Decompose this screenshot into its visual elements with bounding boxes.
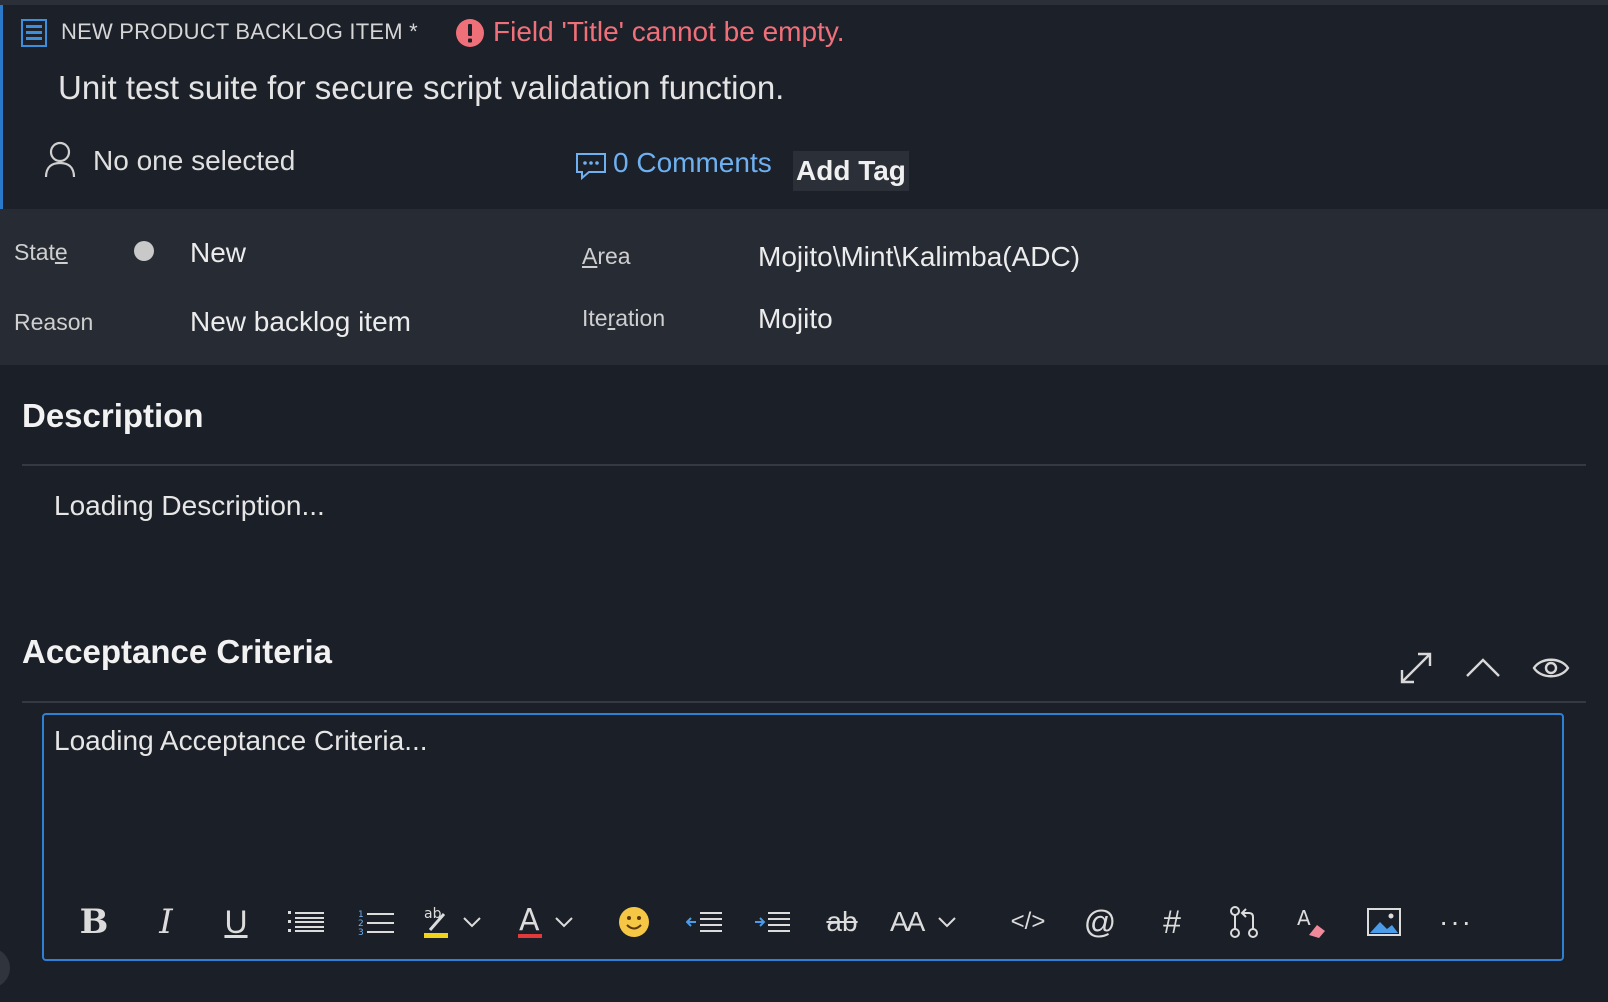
reason-dropdown[interactable]: New backlog item <box>190 306 411 338</box>
clear-formatting-icon: A <box>1297 906 1325 938</box>
acceptance-criteria-title: Acceptance Criteria <box>22 633 332 670</box>
image-icon <box>1367 908 1401 936</box>
expand-icon[interactable] <box>1396 648 1436 688</box>
emoji-button[interactable] <box>612 897 656 947</box>
comment-icon <box>576 153 606 181</box>
acceptance-criteria-editor[interactable]: Loading Acceptance Criteria... B I U 1 2… <box>42 713 1564 961</box>
mention-button[interactable]: @ <box>1078 897 1122 947</box>
decrease-indent-button[interactable] <box>682 897 726 947</box>
code-icon: </> <box>1010 908 1046 935</box>
highlight-icon: ab <box>424 906 481 938</box>
reason-label: Reason <box>14 309 94 335</box>
error-circle-icon <box>456 19 484 47</box>
acceptance-divider <box>22 701 1586 703</box>
bulleted-list-icon <box>288 911 324 932</box>
hashtag-icon: # <box>1163 903 1181 940</box>
underline-button[interactable]: U <box>214 897 258 947</box>
work-item-header: NEW PRODUCT BACKLOG ITEM * Field 'Title'… <box>0 5 1608 209</box>
numbered-list-button[interactable]: 1 2 3 <box>354 897 398 947</box>
description-title: Description <box>22 397 204 434</box>
pull-request-button[interactable] <box>1222 897 1266 947</box>
font-color-icon: A <box>518 903 573 938</box>
increase-indent-button[interactable] <box>750 897 794 947</box>
strikethrough-button[interactable]: ab <box>820 897 864 947</box>
strikethrough-icon: ab <box>826 906 858 937</box>
rich-text-toolbar: B I U 1 2 3 ab A ab AA </> @ # A ··· <box>72 897 1532 947</box>
text-size-icon: AA <box>890 906 925 937</box>
pull-request-icon <box>1230 906 1258 938</box>
comments-link[interactable]: 0 Comments <box>613 147 772 179</box>
decrease-indent-icon <box>686 912 722 932</box>
clear-formatting-button[interactable]: A <box>1290 897 1334 947</box>
backlog-item-icon <box>21 19 47 47</box>
more-icon: ··· <box>1439 906 1473 937</box>
bold-button[interactable]: B <box>72 897 116 947</box>
svg-text:A: A <box>1297 906 1311 930</box>
svg-text:A: A <box>519 903 540 938</box>
corner-avatar <box>0 948 10 988</box>
underline-icon: U <box>224 903 248 940</box>
iteration-path-field[interactable]: Mojito <box>758 303 833 335</box>
iteration-label: Iteration <box>582 305 666 331</box>
numbered-list-icon: 1 2 3 <box>358 910 394 936</box>
bold-icon: B <box>79 902 109 942</box>
description-divider <box>22 464 1586 466</box>
highlight-button[interactable]: ab <box>422 897 492 947</box>
mention-icon: @ <box>1083 903 1117 940</box>
fields-band: State New Reason New backlog item Area M… <box>0 209 1608 365</box>
title-error-message: Field 'Title' cannot be empty. <box>493 16 845 47</box>
chevron-up-icon[interactable] <box>1463 648 1503 688</box>
add-tag-button[interactable]: Add Tag <box>793 151 909 191</box>
work-item-type-label: NEW PRODUCT BACKLOG ITEM * <box>61 19 418 44</box>
area-label: Area <box>582 243 631 269</box>
chevron-down-icon <box>938 917 957 928</box>
emoji-icon <box>619 907 649 937</box>
code-button[interactable]: </> <box>1006 897 1050 947</box>
work-item-form: NEW PRODUCT BACKLOG ITEM * Field 'Title'… <box>0 0 1608 1002</box>
assigned-to-picker[interactable]: No one selected <box>93 145 295 177</box>
hashtag-button[interactable]: # <box>1150 897 1194 947</box>
italic-button[interactable]: I <box>144 897 188 947</box>
eye-icon[interactable] <box>1531 648 1571 688</box>
italic-icon: I <box>159 902 173 942</box>
bulleted-list-button[interactable] <box>284 897 328 947</box>
state-dropdown[interactable]: New <box>190 237 246 269</box>
state-label: State <box>14 239 68 265</box>
svg-text:3: 3 <box>358 928 364 936</box>
description-editor[interactable]: Loading Description... <box>54 490 325 522</box>
font-color-button[interactable]: A <box>516 897 586 947</box>
insert-image-button[interactable] <box>1362 897 1406 947</box>
text-size-button[interactable]: AA <box>890 897 970 947</box>
state-indicator <box>134 241 154 261</box>
area-path-field[interactable]: Mojito\Mint\Kalimba(ADC) <box>758 241 1080 273</box>
more-options-button[interactable]: ··· <box>1434 897 1478 947</box>
person-icon <box>44 141 76 178</box>
acceptance-loading-text: Loading Acceptance Criteria... <box>54 725 428 756</box>
increase-indent-icon <box>755 912 790 932</box>
title-input[interactable]: Unit test suite for secure script valida… <box>58 63 1558 113</box>
